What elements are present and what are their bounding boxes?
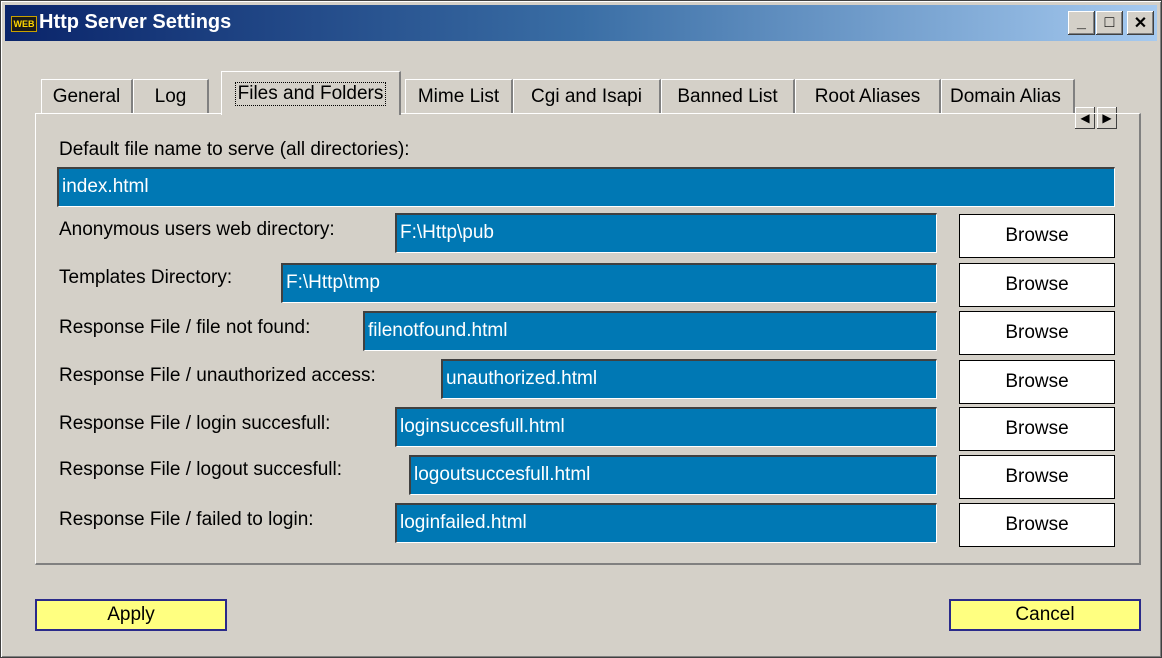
apply-button[interactable]: Apply [35,599,227,631]
login-succesfull-input[interactable]: loginsuccesfull.html [395,407,937,447]
tab-log-label: Log [154,85,187,107]
logout-succesfull-browse-button[interactable]: Browse [959,455,1115,499]
minimize-icon: _ [1077,14,1086,31]
minimize-button[interactable]: _ [1068,11,1095,35]
templates-dir-browse-button[interactable]: Browse [959,263,1115,307]
close-icon: ✕ [1133,15,1148,32]
tab-cgi-and-isapi[interactable]: Cgi and Isapi [513,79,661,113]
settings-window: WEB Http Server Settings _ □ ✕ General L… [0,0,1162,658]
templates-dir-input[interactable]: F:\Http\tmp [281,263,937,303]
tab-cgi-and-isapi-label: Cgi and Isapi [531,85,642,107]
failed-login-browse-button[interactable]: Browse [959,503,1115,547]
logout-succesfull-label: Response File / logout succesfull: [59,459,343,480]
tab-root-aliases[interactable]: Root Aliases [795,79,941,113]
tab-banned-list-label: Banned List [677,85,778,107]
tab-files-and-folders[interactable]: Files and Folders [221,71,401,115]
file-not-found-label: Response File / file not found: [59,317,311,338]
unauthorized-access-browse-button[interactable]: Browse [959,360,1115,404]
default-file-label: Default file name to serve (all director… [59,139,410,160]
tab-domain-aliases-label: Domain Alias [950,85,1061,107]
window-title: Http Server Settings [39,11,232,33]
cancel-button[interactable]: Cancel [949,599,1141,631]
anonymous-web-dir-browse-button[interactable]: Browse [959,214,1115,258]
login-succesfull-label: Response File / login succesfull: [59,413,331,434]
unauthorized-access-input[interactable]: unauthorized.html [441,359,937,399]
tab-mime-list[interactable]: Mime List [405,79,513,113]
tab-general[interactable]: General [41,79,133,113]
default-file-input[interactable]: index.html [57,167,1115,207]
tab-log[interactable]: Log [133,79,209,113]
tab-domain-aliases[interactable]: Domain Alias [941,79,1075,113]
failed-login-label: Response File / failed to login: [59,509,314,530]
web-app-icon: WEB [11,16,37,32]
maximize-button[interactable]: □ [1096,11,1123,35]
unauthorized-access-label: Response File / unauthorized access: [59,365,376,386]
logout-succesfull-input[interactable]: logoutsuccesfull.html [409,455,937,495]
tab-root-aliases-label: Root Aliases [814,85,921,107]
title-bar[interactable]: WEB Http Server Settings _ □ ✕ [5,5,1157,41]
file-not-found-browse-button[interactable]: Browse [959,311,1115,355]
templates-dir-label: Templates Directory: [59,267,233,288]
anonymous-web-dir-input[interactable]: F:\Http\pub [395,213,937,253]
file-not-found-input[interactable]: filenotfound.html [363,311,937,351]
anonymous-web-dir-label: Anonymous users web directory: [59,219,335,240]
close-button[interactable]: ✕ [1127,11,1154,35]
tab-banned-list[interactable]: Banned List [661,79,795,113]
failed-login-input[interactable]: loginfailed.html [395,503,937,543]
tab-general-label: General [52,85,121,107]
tab-files-and-folders-label: Files and Folders [234,81,387,106]
maximize-icon: □ [1104,14,1115,31]
tab-mime-list-label: Mime List [417,85,500,107]
login-succesfull-browse-button[interactable]: Browse [959,407,1115,451]
